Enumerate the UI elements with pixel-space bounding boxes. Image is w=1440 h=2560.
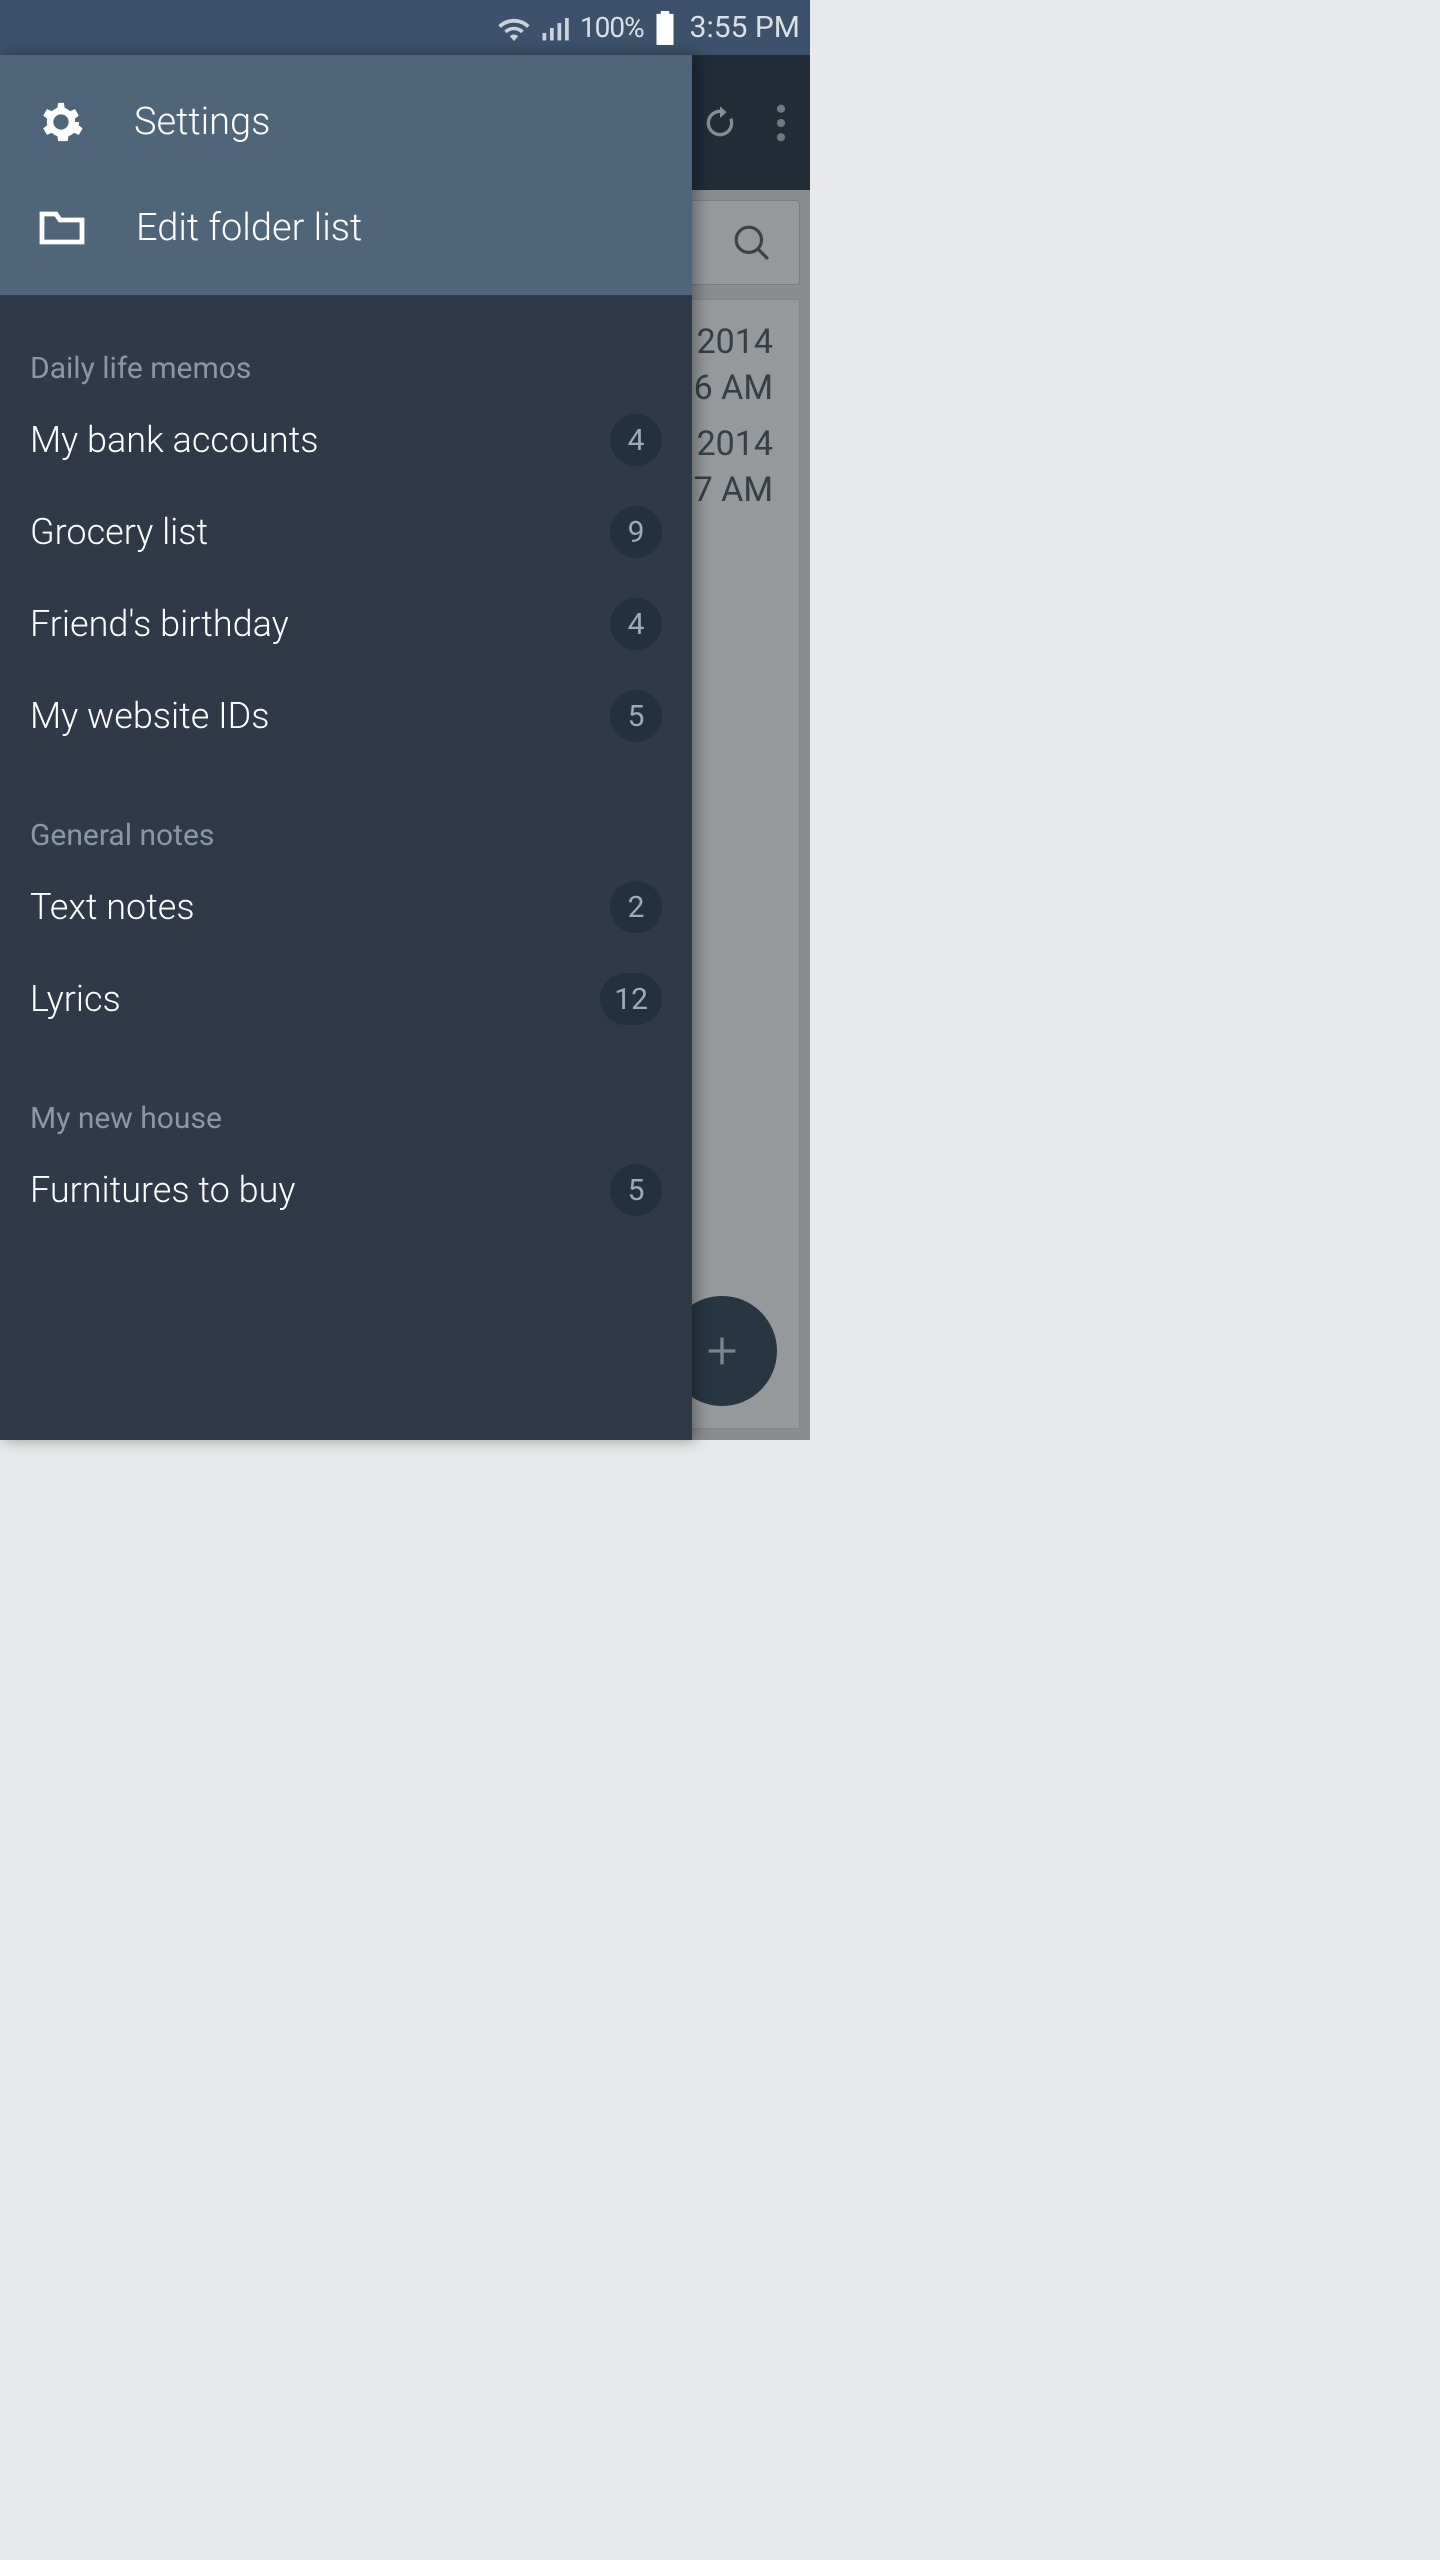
folder-row[interactable]: Grocery list 9 (0, 486, 692, 578)
gear-icon (38, 99, 84, 145)
folder-name: My website IDs (30, 695, 270, 737)
section-title: My new house (0, 1045, 692, 1144)
folder-name: Grocery list (30, 511, 208, 553)
settings-label: Settings (134, 100, 270, 144)
folder-name: Furnitures to buy (30, 1169, 295, 1211)
folder-name: Friend's birthday (30, 603, 289, 645)
edit-folder-list-item[interactable]: Edit folder list (0, 175, 692, 281)
navigation-drawer: Settings Edit folder list Daily life mem… (0, 55, 692, 1440)
folder-row[interactable]: My bank accounts 4 (0, 394, 692, 486)
folder-row[interactable]: Lyrics 12 (0, 953, 692, 1045)
count-badge: 2 (610, 881, 662, 933)
wifi-icon (498, 15, 530, 41)
drawer-header: Settings Edit folder list (0, 55, 692, 295)
count-badge: 4 (610, 414, 662, 466)
battery-icon (654, 11, 676, 45)
count-badge: 5 (610, 690, 662, 742)
folder-row[interactable]: Friend's birthday 4 (0, 578, 692, 670)
folder-name: Text notes (30, 886, 195, 928)
drawer-body: Daily life memos My bank accounts 4 Groc… (0, 295, 692, 1266)
folder-row[interactable]: Text notes 2 (0, 861, 692, 953)
count-badge: 4 (610, 598, 662, 650)
battery-percent: 100% (580, 11, 644, 44)
folder-name: My bank accounts (30, 419, 319, 461)
folder-row[interactable]: My website IDs 5 (0, 670, 692, 762)
count-badge: 12 (600, 973, 662, 1025)
folder-icon (38, 208, 86, 248)
section-title: Daily life memos (0, 295, 692, 394)
folder-row[interactable]: Furnitures to buy 5 (0, 1144, 692, 1236)
cellular-signal-icon (540, 15, 570, 41)
count-badge: 5 (610, 1164, 662, 1216)
clock-time: 3:55 PM (690, 10, 800, 45)
settings-item[interactable]: Settings (0, 69, 692, 175)
section-title: General notes (0, 762, 692, 861)
count-badge: 9 (610, 506, 662, 558)
edit-folder-list-label: Edit folder list (136, 206, 362, 250)
status-bar: 100% 3:55 PM (0, 0, 810, 55)
folder-name: Lyrics (30, 978, 121, 1020)
